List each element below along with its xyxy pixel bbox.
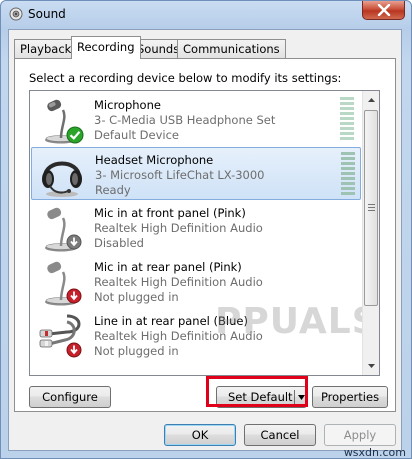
- list-item[interactable]: Microphone 3- C-Media USB Headphone Set …: [31, 93, 361, 146]
- ok-button[interactable]: OK: [164, 424, 236, 446]
- device-status: Disabled: [94, 236, 144, 250]
- device-name: Microphone: [94, 98, 161, 112]
- apply-button[interactable]: Apply: [324, 424, 396, 446]
- scrollbar-thumb[interactable]: [364, 110, 378, 306]
- properties-button[interactable]: Properties: [312, 386, 388, 408]
- list-item[interactable]: Headset Microphone 3- Microsoft LifeChat…: [31, 147, 361, 200]
- scroll-up-arrow-icon[interactable]: [365, 94, 378, 107]
- device-name: Headset Microphone: [95, 153, 214, 167]
- device-driver: 3- Microsoft LifeChat LX-3000: [95, 168, 265, 182]
- list-item[interactable]: Mic in at front panel (Pink) Realtek Hig…: [31, 201, 361, 254]
- level-meter: [340, 97, 354, 142]
- close-icon: [377, 4, 391, 16]
- tab-recording[interactable]: Recording: [71, 36, 141, 59]
- unplugged-arrow-icon: [66, 288, 82, 304]
- headset-icon: [42, 161, 82, 197]
- configure-button[interactable]: Configure: [29, 386, 111, 408]
- close-button[interactable]: [362, 1, 405, 20]
- device-driver: Realtek High Definition Audio: [94, 275, 263, 289]
- dialog-client-area: Playback Recording Sounds Communications…: [8, 29, 402, 451]
- scroll-down-arrow-icon[interactable]: [365, 359, 378, 372]
- device-driver: Realtek High Definition Audio: [94, 221, 263, 235]
- tab-playback[interactable]: Playback: [14, 39, 78, 58]
- speaker-icon: [9, 7, 23, 21]
- unplugged-arrow-icon: [66, 342, 82, 358]
- device-status: Default Device: [94, 128, 180, 142]
- recording-panel: Select a recording device below to modif…: [14, 58, 396, 412]
- device-name: Mic in at rear panel (Pink): [94, 260, 242, 274]
- scrollbar-grip: [368, 204, 375, 213]
- cancel-button[interactable]: Cancel: [244, 424, 316, 446]
- device-status: Ready: [95, 183, 131, 197]
- highlight-box: [206, 376, 308, 407]
- tab-communications[interactable]: Communications: [177, 39, 286, 58]
- site-watermark: wsxdn.com: [343, 446, 406, 459]
- device-driver: 3- C-Media USB Headphone Set: [94, 113, 276, 127]
- title-bar[interactable]: Sound: [1, 1, 411, 29]
- disabled-arrow-icon: [66, 234, 82, 250]
- window-title: Sound: [28, 7, 66, 21]
- recording-device-list[interactable]: Microphone 3- C-Media USB Headphone Set …: [29, 90, 380, 376]
- instruction-text: Select a recording device below to modif…: [29, 71, 342, 85]
- device-status: Not plugged in: [94, 290, 179, 304]
- appuals-watermark: PPUALS: [215, 301, 379, 342]
- device-name: Mic in at front panel (Pink): [94, 206, 246, 220]
- vertical-scrollbar[interactable]: [362, 91, 379, 375]
- level-meter: [341, 152, 355, 197]
- device-status: Not plugged in: [94, 344, 179, 358]
- default-check-icon: [66, 126, 84, 144]
